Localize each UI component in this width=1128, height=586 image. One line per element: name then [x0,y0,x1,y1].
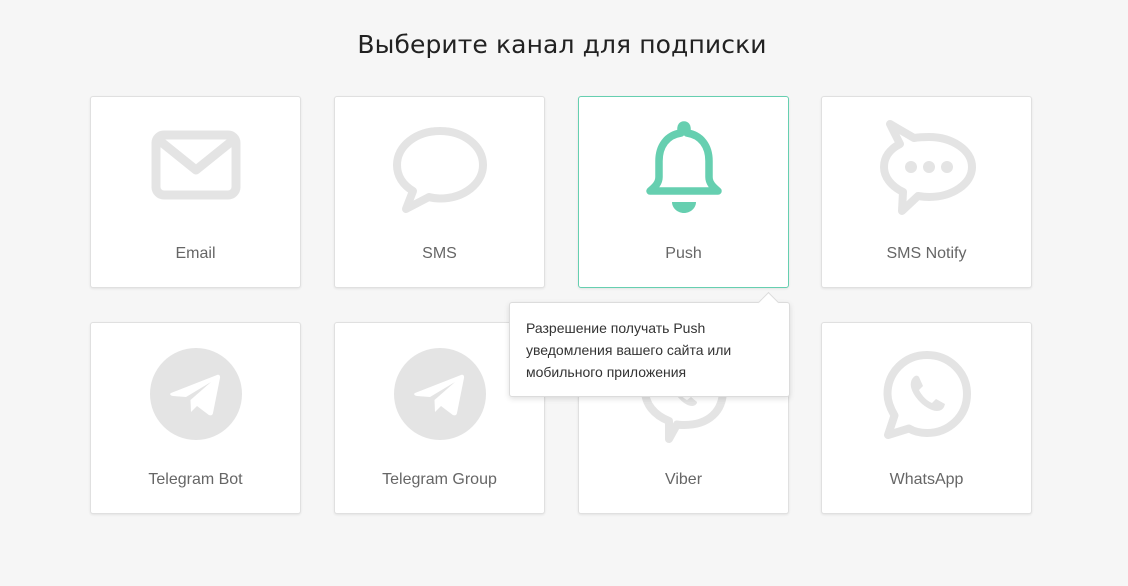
channel-label: SMS [422,245,457,262]
channel-label: Telegram Group [382,471,497,488]
telegram-icon [385,345,495,445]
push-tooltip: Разрешение получать Push уведомления ваш… [509,291,790,397]
chat-dots-icon [872,119,982,219]
envelope-icon [141,119,251,219]
tooltip-text: Разрешение получать Push уведомления ваш… [526,320,732,380]
tooltip-arrow [757,291,780,314]
channel-label: Telegram Bot [148,471,243,488]
channel-label: Viber [664,471,703,488]
channel-card-email[interactable]: Email [90,96,301,288]
whatsapp-icon [872,345,982,445]
speech-bubble-icon [385,119,495,219]
page-title: Выберите канал для подписки [357,30,767,59]
channel-label: Push [665,245,702,262]
channel-card-whatsapp[interactable]: WhatsApp [821,322,1032,514]
channel-card-sms-notify[interactable]: SMS Notify [821,96,1032,288]
channel-card-sms[interactable]: SMS [334,96,545,288]
channel-card-telegram-bot[interactable]: Telegram Bot [90,322,301,514]
channel-label: SMS Notify [886,245,967,262]
channel-label: Email [175,245,216,262]
bell-icon [629,119,739,219]
channel-card-push[interactable]: Push [578,96,789,288]
telegram-icon [141,345,251,445]
channel-label: WhatsApp [889,471,964,488]
